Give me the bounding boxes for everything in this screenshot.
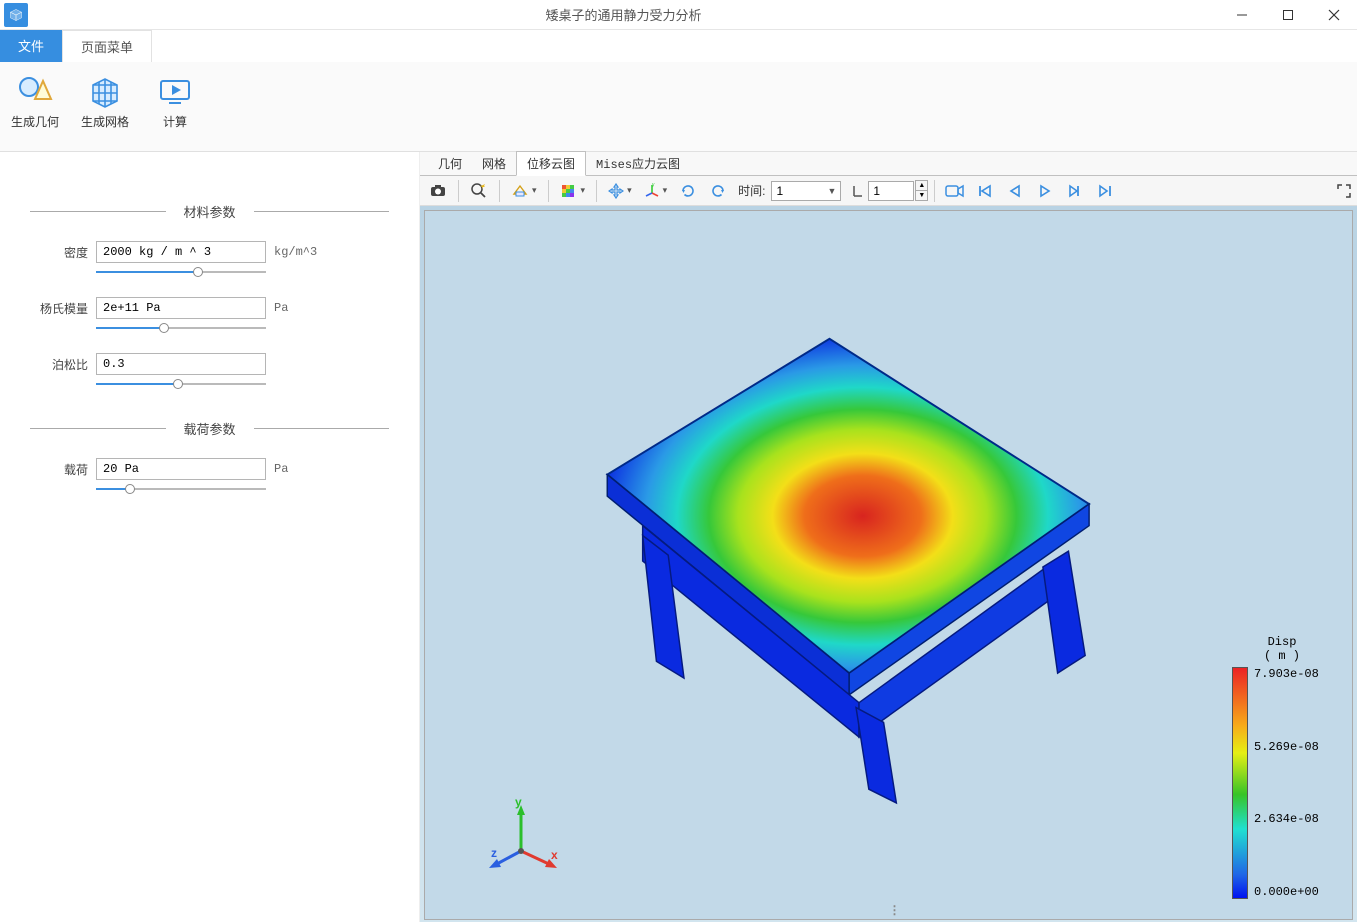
frame-step-up[interactable]: ▲ — [915, 180, 928, 191]
svg-text:y: y — [515, 799, 522, 809]
materials-header: 材料参数 — [30, 202, 389, 221]
menu-file[interactable]: 文件 — [0, 30, 62, 62]
ribbon: 生成几何 生成网格 计算 — [0, 62, 1357, 152]
viewport[interactable]: y x z Disp ( m ) — [420, 206, 1357, 922]
play-back-button[interactable] — [1001, 178, 1029, 204]
rotate-cw-button[interactable] — [704, 178, 732, 204]
title-bar: 矮桌子的通用静力受力分析 — [0, 0, 1357, 30]
viewer-toolbar: y 时间: ▼ ▲ ▼ — [420, 176, 1357, 206]
axes-dropdown[interactable]: y — [639, 178, 673, 204]
maximize-button[interactable] — [1265, 0, 1311, 30]
legend-tick: 2.634e-08 — [1254, 812, 1319, 826]
svg-text:y: y — [652, 183, 655, 188]
parameters-panel: 材料参数 密度 kg/m^3 杨氏模量 Pa 泊松比 载荷参数 载荷 — [0, 152, 420, 922]
load-label: 载荷 — [30, 461, 88, 478]
select-mode-dropdown[interactable] — [506, 178, 542, 204]
view-tabs: 几何 网格 位移云图 Mises应力云图 — [420, 152, 1357, 176]
legend-tick: 0.000e+00 — [1254, 885, 1319, 899]
time-label: 时间: — [734, 182, 769, 199]
shapes-icon — [0, 68, 70, 113]
frame-step-down[interactable]: ▼ — [915, 191, 928, 201]
load-slider[interactable] — [96, 484, 266, 494]
tab-mesh[interactable]: 网格 — [472, 152, 516, 175]
poisson-input[interactable] — [96, 353, 266, 375]
menu-tabs: 文件 页面菜单 — [0, 30, 1357, 62]
frame-end-marker-icon — [850, 178, 866, 204]
ribbon-mesh-label: 生成网格 — [70, 113, 140, 130]
youngs-unit: Pa — [274, 301, 324, 315]
tab-geometry[interactable]: 几何 — [428, 152, 472, 175]
mesh-cube-icon — [70, 68, 140, 113]
fullscreen-button[interactable] — [1335, 178, 1353, 204]
svg-text:z: z — [491, 846, 497, 860]
legend-tick: 5.269e-08 — [1254, 740, 1319, 754]
load-unit: Pa — [274, 462, 324, 476]
play-button[interactable] — [1031, 178, 1059, 204]
ribbon-generate-geometry[interactable]: 生成几何 — [0, 68, 70, 130]
density-slider[interactable] — [96, 267, 266, 277]
record-button[interactable] — [941, 178, 969, 204]
close-button[interactable] — [1311, 0, 1357, 30]
legend-title: Disp — [1232, 635, 1332, 649]
frame-input[interactable] — [868, 181, 914, 201]
loads-header: 载荷参数 — [30, 419, 389, 438]
color-legend: Disp ( m ) 7.903e-08 5.269e-08 2.634e-08… — [1232, 635, 1332, 899]
youngs-slider[interactable] — [96, 323, 266, 333]
rotate-ccw-button[interactable] — [674, 178, 702, 204]
zoom-button[interactable] — [465, 178, 493, 204]
legend-gradient — [1232, 667, 1248, 899]
density-input[interactable] — [96, 241, 266, 263]
window-title: 矮桌子的通用静力受力分析 — [28, 5, 1219, 24]
time-dropdown[interactable] — [771, 181, 841, 201]
orientation-triad-icon: y x z — [485, 799, 565, 879]
step-forward-button[interactable] — [1061, 178, 1089, 204]
minimize-button[interactable] — [1219, 0, 1265, 30]
screenshot-button[interactable] — [424, 178, 452, 204]
ribbon-generate-mesh[interactable]: 生成网格 — [70, 68, 140, 130]
legend-tick: 7.903e-08 — [1254, 667, 1319, 681]
youngs-label: 杨氏模量 — [30, 300, 88, 317]
play-screen-icon — [140, 68, 210, 113]
poisson-slider[interactable] — [96, 379, 266, 389]
ribbon-geom-label: 生成几何 — [0, 113, 70, 130]
density-label: 密度 — [30, 244, 88, 261]
density-unit: kg/m^3 — [274, 245, 324, 259]
menu-page[interactable]: 页面菜单 — [62, 30, 152, 62]
legend-unit: ( m ) — [1232, 649, 1332, 663]
first-frame-button[interactable] — [971, 178, 999, 204]
app-icon — [4, 3, 28, 27]
ribbon-compute[interactable]: 计算 — [140, 68, 210, 130]
ribbon-compute-label: 计算 — [140, 113, 210, 130]
tab-mises[interactable]: Mises应力云图 — [586, 152, 690, 175]
colormap-dropdown[interactable] — [555, 178, 591, 204]
youngs-input[interactable] — [96, 297, 266, 319]
poisson-label: 泊松比 — [30, 356, 88, 373]
last-frame-button[interactable] — [1091, 178, 1119, 204]
resize-grip-icon[interactable]: ⋮ — [889, 903, 901, 917]
svg-text:x: x — [551, 848, 558, 862]
tab-displacement[interactable]: 位移云图 — [516, 151, 586, 176]
pan-dropdown[interactable] — [603, 178, 637, 204]
load-input[interactable] — [96, 458, 266, 480]
